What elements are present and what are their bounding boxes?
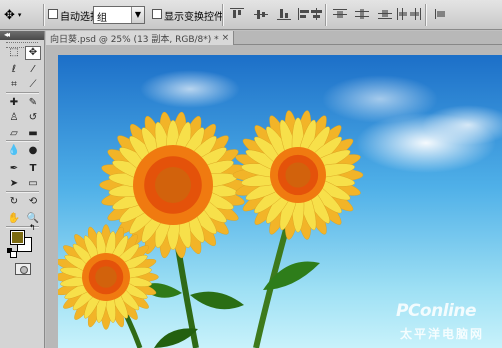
auto-select-value: 组 bbox=[97, 13, 107, 24]
path-select-icon[interactable]: ➤ bbox=[6, 177, 22, 191]
3d-rotate-icon[interactable]: ↻ bbox=[6, 195, 22, 209]
tools-panel-header[interactable]: ◂◂ bbox=[0, 30, 44, 40]
gradient-icon[interactable]: ▬ bbox=[25, 127, 41, 141]
document-title: 向日葵.psd @ 25% (13 副本, RGB/8*) * bbox=[50, 34, 219, 45]
history-brush-icon[interactable]: ↺ bbox=[25, 111, 41, 125]
collapse-icon[interactable]: ◂◂ bbox=[4, 30, 10, 39]
move-icon[interactable]: ✥ bbox=[25, 46, 41, 60]
chevron-down-icon: ▾ bbox=[17, 11, 22, 19]
tool-preset-picker[interactable]: ✥ ▾ bbox=[4, 6, 40, 24]
align-hcenter-icon[interactable] bbox=[310, 8, 324, 20]
eyedropper-icon[interactable]: ⟋ bbox=[25, 78, 41, 92]
divider bbox=[222, 4, 224, 26]
show-transform-label: 显示变换控件 bbox=[164, 12, 224, 23]
auto-select-dropdown[interactable]: 组 ▼ bbox=[93, 6, 145, 24]
move-tool-icon: ✥ bbox=[4, 7, 15, 23]
magic-wand-icon[interactable]: ⁄ bbox=[25, 63, 41, 77]
distribute-bottom-icon[interactable] bbox=[378, 8, 392, 20]
show-transform-checkbox[interactable] bbox=[152, 9, 162, 19]
distribute-top-icon[interactable] bbox=[333, 8, 347, 20]
eraser-icon[interactable]: ▱ bbox=[6, 127, 22, 141]
3d-orbit-icon[interactable]: ⟲ bbox=[25, 195, 41, 209]
type-icon[interactable]: T bbox=[25, 162, 41, 176]
tool-divider bbox=[6, 92, 39, 94]
divider bbox=[43, 4, 45, 26]
close-icon[interactable]: × bbox=[222, 33, 230, 43]
healing-brush-icon[interactable]: ✚ bbox=[6, 96, 22, 110]
foreground-color-swatch[interactable] bbox=[10, 230, 25, 245]
flower-seed-disk bbox=[155, 167, 191, 203]
document-tab-bar: 向日葵.psd @ 25% (13 副本, RGB/8*) * × bbox=[46, 31, 502, 45]
document-tab[interactable]: 向日葵.psd @ 25% (13 副本, RGB/8*) * × bbox=[46, 31, 235, 45]
watermark-tagline: 太平洋电脑网 bbox=[399, 327, 484, 341]
watermark-brand: PConline bbox=[395, 301, 477, 321]
document-canvas[interactable]: PConline 太平洋电脑网 bbox=[58, 55, 502, 348]
flower-seed-disk bbox=[285, 162, 311, 188]
chevron-down-icon: ▼ bbox=[131, 7, 144, 23]
brush-icon[interactable]: ✎ bbox=[25, 96, 41, 110]
divider bbox=[325, 4, 327, 26]
clone-stamp-icon[interactable]: ♙ bbox=[6, 111, 22, 125]
options-bar: ✥ ▾ 自动选择: 组 ▼ 显示变换控件 bbox=[0, 0, 502, 30]
shape-icon[interactable]: ▭ bbox=[25, 177, 41, 191]
lasso-icon[interactable]: ℓ bbox=[6, 63, 22, 77]
auto-align-icon[interactable] bbox=[433, 8, 447, 20]
distribute-right-icon[interactable] bbox=[408, 8, 422, 20]
crop-icon[interactable]: ⌗ bbox=[6, 78, 22, 92]
align-top-icon[interactable] bbox=[230, 8, 244, 20]
pen-icon[interactable]: ✒ bbox=[6, 162, 22, 176]
flower-seed-disk bbox=[95, 266, 117, 288]
swap-colors-icon[interactable]: ↰ bbox=[29, 223, 36, 232]
canvas-area[interactable]: PConline 太平洋电脑网 bbox=[46, 45, 502, 348]
tool-divider bbox=[6, 191, 39, 193]
tool-divider bbox=[6, 140, 39, 142]
default-colors-icon[interactable] bbox=[7, 248, 17, 258]
blur-icon[interactable]: 💧 bbox=[6, 144, 22, 158]
distribute-vcenter-icon[interactable] bbox=[355, 8, 369, 20]
align-vcenter-icon[interactable] bbox=[254, 8, 268, 20]
rect-marquee-icon[interactable]: ⬚ bbox=[6, 46, 22, 60]
quick-mask-icon[interactable] bbox=[15, 263, 31, 275]
divider bbox=[425, 4, 427, 26]
hand-icon[interactable]: ✋ bbox=[6, 212, 22, 226]
cloud bbox=[140, 70, 240, 108]
align-bottom-icon[interactable] bbox=[277, 8, 291, 20]
dodge-icon[interactable]: ● bbox=[25, 144, 41, 158]
auto-select-checkbox[interactable] bbox=[48, 9, 58, 19]
